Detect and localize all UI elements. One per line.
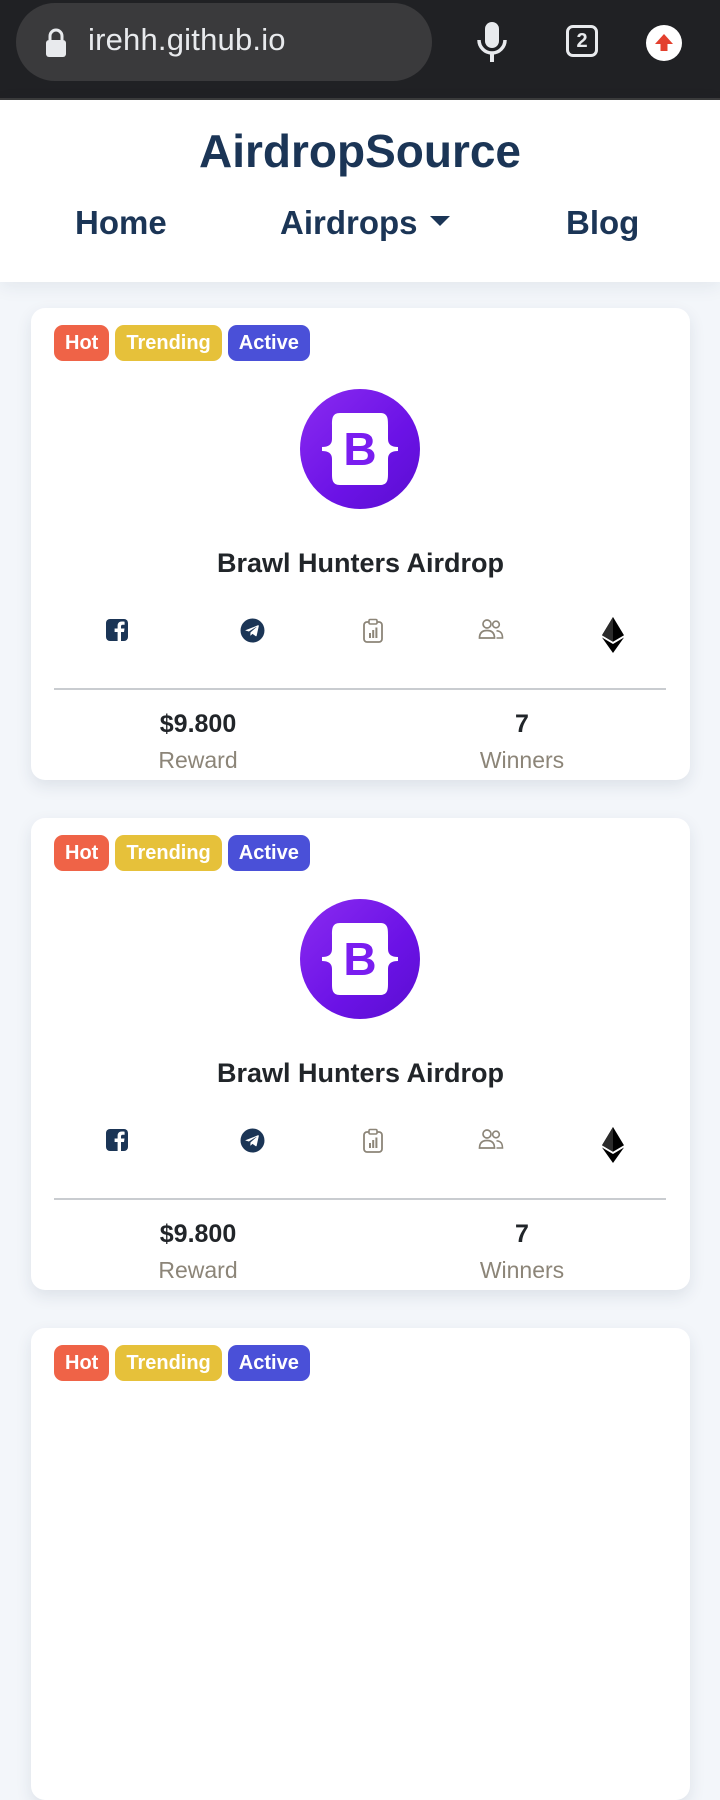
winners-value: 7 [515, 710, 529, 738]
project-logo: B [300, 899, 420, 1019]
active-badge: Active [227, 325, 310, 361]
site-brand[interactable]: AirdropSource [0, 124, 720, 178]
telegram-icon[interactable] [240, 1128, 265, 1153]
active-badge: Active [227, 1345, 310, 1381]
reward-label: Reward [158, 747, 238, 773]
airdrop-card[interactable]: Hot Trending Active B Brawl Hunters Aird… [31, 308, 690, 780]
ethereum-icon[interactable] [602, 617, 624, 653]
telegram-icon[interactable] [240, 618, 265, 643]
hot-badge: Hot [54, 325, 110, 361]
facebook-icon[interactable] [105, 618, 129, 642]
lock-icon [46, 28, 66, 57]
winners-label: Winners [479, 1257, 565, 1283]
clipboard-chart-icon[interactable] [361, 618, 385, 644]
logo-letter: B [343, 423, 376, 475]
badge-group: Hot Trending Active [54, 835, 310, 871]
trending-badge: Trending [115, 325, 222, 361]
card-divider [54, 688, 666, 690]
tab-switcher-button[interactable]: 2 [566, 25, 598, 57]
tab-count: 2 [576, 29, 588, 52]
airdrop-card[interactable]: Hot Trending Active [31, 1328, 690, 1800]
people-icon[interactable] [478, 618, 504, 640]
winners-stat: 7 Winners [422, 710, 622, 774]
facebook-icon[interactable] [105, 1128, 129, 1152]
reward-label: Reward [158, 1257, 238, 1283]
reward-value: $9.800 [159, 1220, 237, 1248]
reward-value: $9.800 [159, 710, 237, 738]
airdrop-title[interactable]: Brawl Hunters Airdrop [31, 548, 690, 579]
airdrop-card[interactable]: Hot Trending Active B Brawl Hunters Aird… [31, 818, 690, 1290]
caret-down-icon [429, 216, 450, 227]
clipboard-chart-icon[interactable] [361, 1128, 385, 1154]
nav-blog[interactable]: Blog [566, 204, 639, 242]
card-divider [54, 1198, 666, 1200]
people-icon[interactable] [478, 1128, 504, 1150]
project-logo: B [300, 389, 420, 509]
requirement-icons [31, 1127, 690, 1168]
reward-stat: $9.800 Reward [98, 710, 298, 774]
site-header: AirdropSource Home Airdrops Blog [0, 100, 720, 282]
winners-value: 7 [515, 1220, 529, 1248]
browser-toolbar: irehh.github.io 2 [0, 0, 720, 100]
bootstrap-logo-icon: B [322, 923, 398, 995]
reward-stat: $9.800 Reward [98, 1220, 298, 1284]
update-button[interactable] [646, 25, 682, 61]
ethereum-icon[interactable] [602, 1127, 624, 1163]
requirement-icons [31, 617, 690, 658]
bootstrap-logo-icon: B [322, 413, 398, 485]
airdrop-title[interactable]: Brawl Hunters Airdrop [31, 1058, 690, 1089]
badge-group: Hot Trending Active [54, 1345, 310, 1381]
hot-badge: Hot [54, 1345, 110, 1381]
logo-letter: B [343, 933, 376, 985]
winners-stat: 7 Winners [422, 1220, 622, 1284]
nav-home[interactable]: Home [75, 204, 167, 242]
nav-airdrops-dropdown[interactable]: Airdrops [280, 204, 450, 242]
trending-badge: Trending [115, 835, 222, 871]
active-badge: Active [227, 835, 310, 871]
hot-badge: Hot [54, 835, 110, 871]
trending-badge: Trending [115, 1345, 222, 1381]
microphone-icon[interactable] [474, 20, 510, 64]
update-arrow-icon [655, 34, 673, 51]
nav-airdrops-label: Airdrops [280, 204, 418, 241]
winners-label: Winners [479, 747, 565, 773]
url-text[interactable]: irehh.github.io [88, 22, 286, 58]
badge-group: Hot Trending Active [54, 325, 310, 361]
